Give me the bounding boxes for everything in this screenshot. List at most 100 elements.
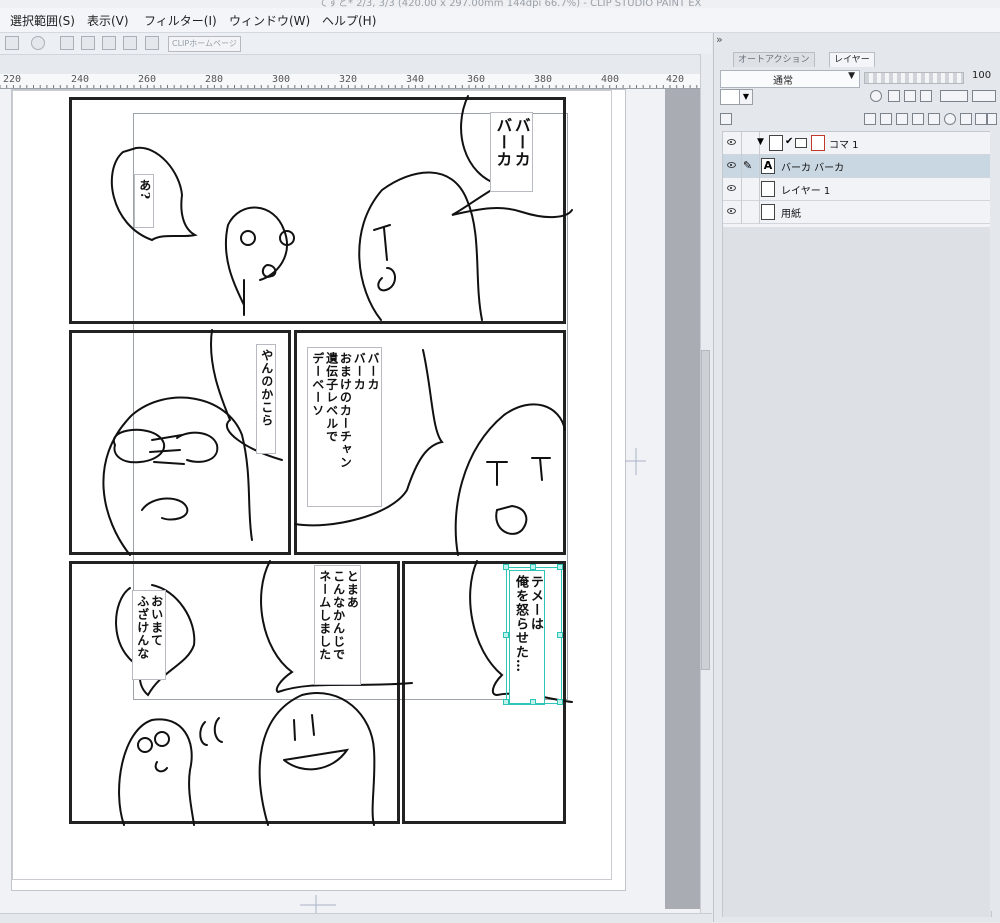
ruler-label: 380 (534, 74, 553, 85)
reference-layer-icon[interactable] (888, 90, 900, 102)
title-bar: てすと* 2/3, 3/3 (420.00 x 297.00mm 144dpi … (0, 0, 1000, 8)
canvas-pasteboard (665, 89, 700, 909)
speech-lines (199, 717, 223, 746)
opacity-slider[interactable] (864, 72, 964, 84)
tab-auto-action[interactable]: オートアクション (733, 52, 815, 67)
ruler-label: 420 (666, 74, 685, 85)
resize-handle[interactable] (503, 564, 509, 570)
ruler-label: 260 (138, 74, 157, 85)
layer-name: コマ 1 (829, 140, 859, 151)
resize-handle[interactable] (557, 632, 563, 638)
pen-icon: ✎ (743, 159, 753, 172)
blend-mode-select[interactable]: 通常 ▼ (720, 70, 860, 88)
dialogue-tomaa[interactable]: とまあ こんなかんじで ネームしました (314, 565, 362, 685)
create-mask-icon[interactable] (960, 113, 972, 125)
ruler-label: 340 (406, 74, 425, 85)
character-mouth-5 (283, 748, 350, 771)
lock-icon[interactable] (904, 90, 916, 102)
apply-mask-icon[interactable] (975, 113, 987, 125)
crop-icon[interactable] (81, 36, 95, 50)
resize-handle[interactable] (530, 699, 536, 705)
new-raster-layer-icon[interactable] (864, 113, 876, 125)
text-selection-box[interactable] (506, 567, 562, 704)
eye-icon[interactable] (727, 139, 736, 145)
menu-bar: 選択範囲(S) 表示(V) フィルター(I) ウィンドウ(W) ヘルプ(H) (0, 8, 1000, 33)
divider (741, 178, 742, 201)
manga-page[interactable]: あ? バーカ バーカ やんのかこら バーカ バーカ おまけのカーチャン 遺伝子レ… (11, 89, 626, 891)
dialogue-ah[interactable]: あ? (134, 174, 154, 228)
eye-icon[interactable] (727, 185, 736, 191)
resize-handle[interactable] (503, 632, 509, 638)
eye-icon[interactable] (727, 208, 736, 214)
layer-list-empty-area (722, 227, 992, 917)
mask-thumbnail (795, 138, 807, 148)
divider (759, 155, 760, 178)
lock-transparency-icon[interactable] (920, 90, 932, 102)
character-round-head (224, 206, 288, 316)
character-eye-2 (176, 431, 219, 463)
resize-handle[interactable] (503, 699, 509, 705)
ruler-label: 280 (205, 74, 224, 85)
blend-mode-value: 通常 (773, 76, 793, 87)
vertical-scroll-thumb[interactable] (701, 350, 710, 670)
select-layer-icon[interactable] (102, 36, 116, 50)
divider (759, 178, 760, 201)
chevron-down-icon[interactable]: ▼ (739, 89, 753, 105)
character-eyes-3 (486, 457, 551, 486)
menu-help[interactable]: ヘルプ(H) (322, 12, 376, 29)
layer-panel-menu-icon[interactable] (720, 113, 732, 125)
dialogue-oimate[interactable]: おいまて ふざけんな (132, 590, 166, 680)
dialogue-baka[interactable]: バーカ バーカ (490, 112, 533, 192)
move-icon[interactable] (123, 36, 137, 50)
character-cheek (112, 428, 166, 464)
save-icon[interactable] (5, 36, 19, 50)
layer-row[interactable]: ▼ ✔ コマ 1 (723, 132, 991, 155)
undo-history-icon[interactable] (31, 36, 45, 50)
layer-row[interactable]: ✎ A バーカ バーカ (723, 155, 991, 178)
chevron-down-icon: ▼ (848, 71, 855, 81)
raster-layer-thumbnail (761, 181, 775, 197)
ruler-label: 320 (339, 74, 358, 85)
new-folder-icon[interactable] (896, 113, 908, 125)
layer-name: レイヤー 1 (781, 186, 831, 197)
menu-select[interactable]: 選択範囲(S) (10, 12, 75, 29)
layer-property-icon[interactable] (944, 113, 956, 125)
menu-window[interactable]: ウィンドウ(W) (229, 12, 310, 29)
menu-view[interactable]: 表示(V) (87, 12, 129, 29)
resize-handle[interactable] (530, 564, 536, 570)
mask-disabled-icon[interactable] (811, 135, 825, 151)
layer-row[interactable]: レイヤー 1 (723, 178, 991, 201)
dialogue-yannoka[interactable]: やんのかこら (256, 344, 276, 454)
clip-layer-icon[interactable] (870, 90, 882, 102)
transform-icon[interactable] (60, 36, 74, 50)
tab-layer[interactable]: レイヤー (829, 52, 875, 67)
layer-color-swatch[interactable] (720, 89, 740, 105)
new-vector-layer-icon[interactable] (880, 113, 892, 125)
trash-icon[interactable] (987, 113, 997, 125)
text-layer-icon: A (761, 158, 775, 174)
ruler-label: 360 (467, 74, 486, 85)
divider (759, 201, 760, 224)
eye-icon[interactable] (727, 162, 736, 168)
folder-expand-icon[interactable]: ▼ (757, 137, 764, 147)
dialogue-long[interactable]: バーカ バーカ おまけのカーチャン 遺伝子レベルで デーベーソ (307, 347, 382, 507)
clip-home-button[interactable]: CLIPホームページ (168, 36, 241, 52)
transfer-down-icon[interactable] (912, 113, 924, 125)
divider (741, 201, 742, 224)
material-icon[interactable] (145, 36, 159, 50)
resize-handle[interactable] (557, 699, 563, 705)
opacity-value[interactable]: 100 (972, 70, 991, 81)
paper-layer-thumbnail (761, 204, 775, 220)
layer-panel-scrollbar[interactable] (990, 131, 1000, 911)
panel-collapse-icon[interactable]: » (716, 33, 736, 49)
layer-row[interactable]: 用紙 (723, 201, 991, 224)
menu-filter[interactable]: フィルター(I) (144, 12, 217, 29)
character-head-3 (454, 403, 566, 556)
character-mouth (154, 761, 168, 773)
mask-dropdown-icon[interactable] (940, 90, 968, 102)
ruler-dropdown-icon[interactable] (972, 90, 996, 102)
character-mouth-3 (495, 504, 528, 535)
merge-down-icon[interactable] (928, 113, 940, 125)
resize-handle[interactable] (557, 564, 563, 570)
character-eye (240, 230, 256, 246)
